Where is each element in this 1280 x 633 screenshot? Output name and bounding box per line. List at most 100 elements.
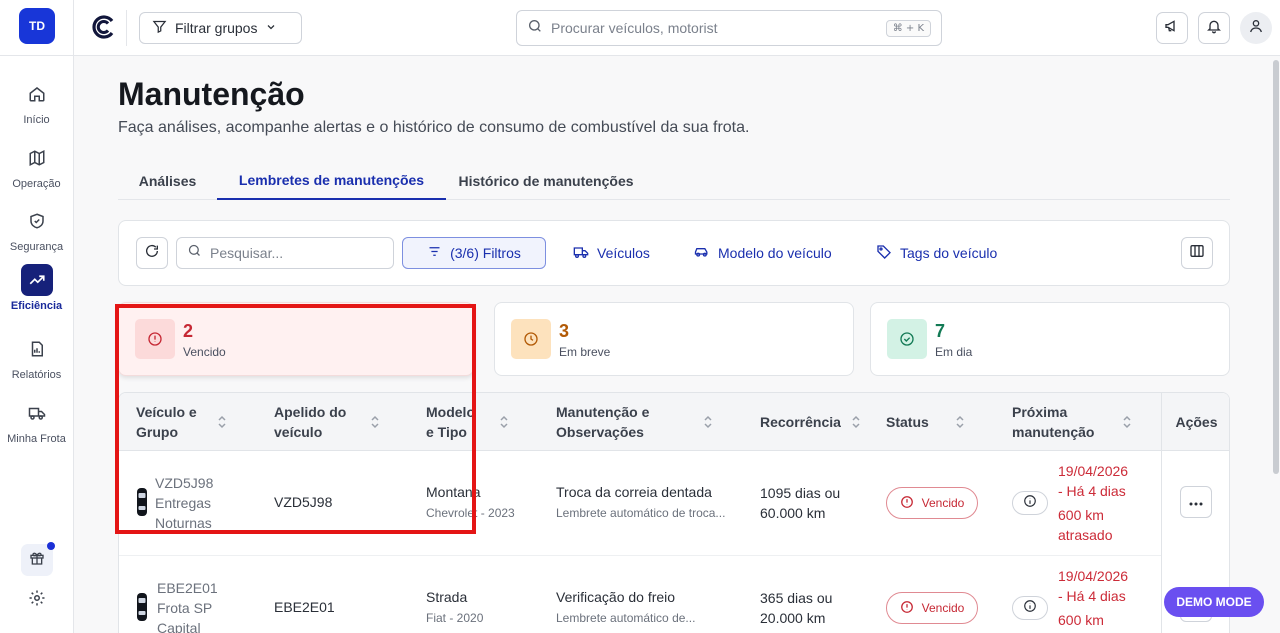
filters-button[interactable]: (3/6) Filtros <box>402 237 546 269</box>
vehicle-tags-filter-label: Tags do veículo <box>900 245 998 261</box>
sidebar-item-seguranca[interactable]: Segurança <box>0 205 73 253</box>
notification-dot <box>47 542 55 550</box>
info-icon <box>1023 599 1037 618</box>
column-header-recurrence[interactable]: Recorrência <box>760 393 841 451</box>
status-badge: Vencido <box>886 592 978 624</box>
sort-icon[interactable] <box>955 414 965 430</box>
sidebar-item-operacao[interactable]: Operação <box>0 142 73 190</box>
vehicle-nickname: EBE2E01 <box>274 599 335 615</box>
sidebar-item-inicio[interactable]: Início <box>0 78 73 126</box>
column-header-status[interactable]: Status <box>886 393 929 451</box>
info-button[interactable] <box>1012 596 1048 620</box>
sidebar-item-relatorios[interactable]: Relatórios <box>0 333 73 381</box>
truck-icon <box>573 244 589 263</box>
trend-up-icon <box>20 264 53 296</box>
due-soon-card[interactable]: 3 Em breve <box>494 302 854 376</box>
global-search-input[interactable] <box>551 20 878 36</box>
app-logo[interactable] <box>90 14 116 40</box>
check-circle-icon <box>887 319 927 359</box>
info-button[interactable] <box>1012 491 1048 515</box>
car-top-icon <box>136 592 148 627</box>
table-search-input[interactable] <box>210 245 391 261</box>
tab-lembretes[interactable]: Lembretes de manutenções <box>217 162 446 200</box>
shortcut-hint: ⌘ + K <box>885 19 931 37</box>
maintenance-observation: Lembrete automático de... <box>556 611 696 625</box>
vehicle-tags-filter-button[interactable]: Tags do veículo <box>876 237 997 269</box>
search-icon <box>187 243 202 263</box>
global-search: ⌘ + K <box>516 10 942 46</box>
vehicles-filter-button[interactable]: Veículos <box>573 237 650 269</box>
sidebar-item-minha-frota[interactable]: Minha Frota <box>0 397 73 445</box>
demo-mode-badge[interactable]: DEMO MODE <box>1164 587 1264 617</box>
bell-icon <box>1206 18 1222 39</box>
up-to-date-label: Em dia <box>935 345 973 359</box>
filter-toolbar: (3/6) Filtros Veículos Modelo do veículo… <box>118 220 1230 286</box>
sidebar-item-label: Relatórios <box>11 369 62 381</box>
gear-icon <box>28 589 46 612</box>
tab-historico[interactable]: Histórico de manutenções <box>446 162 646 200</box>
notifications-button[interactable] <box>1198 12 1230 44</box>
highlight-annotation <box>115 304 476 534</box>
vehicle-model-filter-button[interactable]: Modelo do veículo <box>693 237 832 269</box>
sort-icon[interactable] <box>499 414 509 430</box>
vehicle-plate: EBE2E01 <box>157 580 218 596</box>
shield-icon <box>21 205 53 237</box>
up-to-date-count: 7 <box>935 321 946 341</box>
clock-icon <box>511 319 551 359</box>
refresh-button[interactable] <box>136 237 168 269</box>
sidebar: TD Início Operação Segurança Eficiência … <box>0 0 74 633</box>
column-header-maintenance[interactable]: Manutenção e Observações <box>556 393 649 451</box>
filter-groups-label: Filtrar grupos <box>175 20 258 36</box>
maintenance-name: Troca da correia dentada <box>556 484 712 500</box>
sidebar-item-label: Operação <box>12 178 61 190</box>
settings-button[interactable] <box>25 588 49 612</box>
maintenance-name: Verificação do freio <box>556 589 676 605</box>
sort-icon[interactable] <box>851 414 861 430</box>
user-menu-button[interactable] <box>1240 12 1272 44</box>
sidebar-divider <box>0 55 73 56</box>
vehicles-filter-label: Veículos <box>597 245 650 261</box>
document-icon <box>21 333 53 365</box>
columns-button[interactable] <box>1181 237 1213 269</box>
filter-lines-icon <box>427 244 442 262</box>
tag-icon <box>876 244 892 263</box>
truck-icon <box>21 397 53 429</box>
vehicle-model-filter-label: Modelo do veículo <box>718 245 832 261</box>
maintenance-observation: Lembrete automático de troca... <box>556 506 726 520</box>
sidebar-item-label: Eficiência <box>10 300 63 312</box>
page-subtitle: Faça análises, acompanhe alertas e o his… <box>118 119 750 136</box>
column-header-actions: Ações <box>1162 393 1229 451</box>
column-header-next[interactable]: Próxima manutenção <box>1012 393 1094 451</box>
sort-icon[interactable] <box>1122 414 1132 430</box>
filter-groups-dropdown[interactable]: Filtrar grupos <box>139 12 302 44</box>
tab-analises[interactable]: Análises <box>118 162 217 200</box>
more-horizontal-icon <box>1189 493 1203 511</box>
info-icon <box>1023 494 1037 513</box>
sort-icon[interactable] <box>703 414 713 430</box>
due-soon-label: Em breve <box>559 345 611 359</box>
refresh-icon <box>144 243 160 264</box>
row-actions-button[interactable] <box>1180 486 1212 518</box>
recurrence: 365 dias ou 20.000 km <box>760 590 833 626</box>
car-icon <box>693 244 710 263</box>
sidebar-item-eficiencia[interactable]: Eficiência <box>0 264 73 312</box>
logo-divider <box>126 10 127 46</box>
recurrence: 1095 dias ou 60.000 km <box>760 485 841 521</box>
status-badge: Vencido <box>886 487 978 519</box>
table-row[interactable]: EBE2E01 Frota SP Capital EBE2E01 Strada F… <box>119 555 1161 633</box>
table-search <box>176 237 394 269</box>
up-to-date-card[interactable]: 7 Em dia <box>870 302 1230 376</box>
sidebar-item-label: Início <box>23 114 50 126</box>
alert-circle-icon <box>900 495 914 512</box>
gift-icon <box>29 550 45 571</box>
alert-circle-icon <box>900 600 914 617</box>
next-maintenance: 19/04/2026- Há 4 dias 600 km atrasado <box>1058 463 1129 543</box>
workspace-avatar[interactable]: TD <box>19 8 55 44</box>
search-icon <box>527 18 543 39</box>
vehicle-model: Strada <box>426 589 468 605</box>
columns-icon <box>1189 243 1205 264</box>
home-icon <box>21 78 53 110</box>
page-scrollbar[interactable] <box>1273 60 1279 474</box>
announcements-button[interactable] <box>1156 12 1188 44</box>
vehicle-group: Frota SP Capital <box>157 600 213 633</box>
